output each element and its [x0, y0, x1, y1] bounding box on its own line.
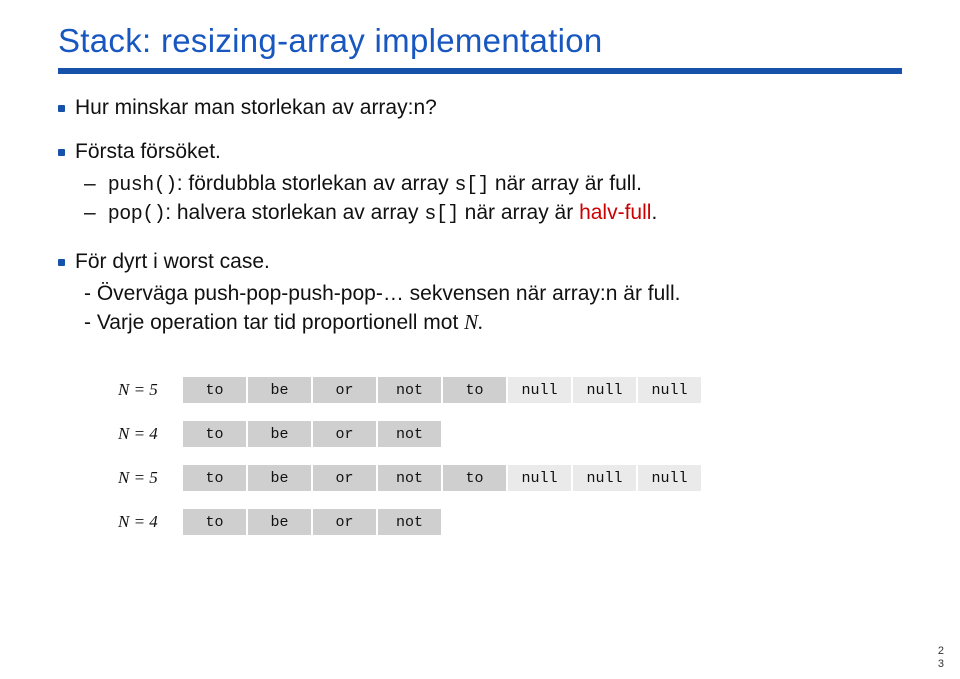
array-cell: be: [248, 377, 311, 403]
bullet-1: Hur minskar man storlekan av array:n?: [58, 96, 902, 120]
array-cell: to: [183, 509, 246, 535]
sub-text: - Varje operation tar tid proportionell …: [84, 310, 483, 335]
page-number-top: 2: [938, 645, 944, 658]
array-cell: or: [313, 421, 376, 447]
text-part: när array är full.: [489, 172, 642, 195]
code-s: s[]: [424, 203, 459, 226]
array-cells: tobeornottonullnullnull: [183, 465, 701, 491]
bullet-dot-icon: [58, 105, 65, 112]
code-push: push(): [108, 174, 177, 197]
array-cell: not: [378, 421, 441, 447]
array-cell: null: [573, 465, 636, 491]
text-emphasis: halv-full: [579, 201, 651, 224]
bullet-2: Första försöket.: [58, 140, 902, 164]
array-cell: to: [183, 421, 246, 447]
slide-title: Stack: resizing-array implementation: [58, 22, 902, 60]
slide-body: Hur minskar man storlekan av array:n? Fö…: [58, 74, 902, 535]
text-part: : fördubbla storlekan av array: [177, 172, 455, 195]
array-cell: null: [573, 377, 636, 403]
array-cell: to: [183, 377, 246, 403]
array-cells: tobeornottonullnullnull: [183, 377, 701, 403]
array-row-label: N = 4: [118, 512, 183, 532]
array-cell: null: [638, 465, 701, 491]
bullet-text: För dyrt i worst case.: [75, 250, 270, 274]
array-cell: be: [248, 465, 311, 491]
array-row: N = 5tobeornottonullnullnull: [118, 465, 902, 491]
array-cell: be: [248, 421, 311, 447]
array-cell: null: [508, 377, 571, 403]
dash-icon: –: [84, 172, 96, 196]
code-s: s[]: [455, 174, 490, 197]
array-row: N = 5tobeornottonullnullnull: [118, 377, 902, 403]
code-pop: pop(): [108, 203, 166, 226]
sub-text: pop(): halvera storlekan av array s[] nä…: [108, 201, 658, 226]
array-cells: tobeornot: [183, 421, 441, 447]
text-part: .: [651, 201, 657, 224]
bullet-dot-icon: [58, 259, 65, 266]
sub-text: push(): fördubbla storlekan av array s[]…: [108, 172, 642, 197]
array-row-label: N = 5: [118, 380, 183, 400]
text-var-n: N.: [464, 310, 483, 334]
sub-bullet-pop: – pop(): halvera storlekan av array s[] …: [84, 201, 902, 226]
text-part: : halvera storlekan av array: [165, 201, 424, 224]
dash-icon: –: [84, 201, 96, 225]
array-row: N = 4tobeornot: [118, 421, 902, 447]
bullet-dot-icon: [58, 149, 65, 156]
sub-bullet-cost: - Varje operation tar tid proportionell …: [84, 310, 902, 335]
slide: Stack: resizing-array implementation Hur…: [0, 0, 960, 679]
sub-bullet-consider: - Överväga push-pop-push-pop-… sekvensen…: [84, 282, 902, 306]
bullet-text: Hur minskar man storlekan av array:n?: [75, 96, 437, 120]
array-row-label: N = 5: [118, 468, 183, 488]
text-part: - Varje operation tar tid proportionell …: [84, 311, 464, 334]
array-cell: null: [638, 377, 701, 403]
array-cells: tobeornot: [183, 509, 441, 535]
page-number-bottom: 3: [938, 658, 944, 671]
sub-text: - Överväga push-pop-push-pop-… sekvensen…: [84, 282, 680, 306]
bullet-3: För dyrt i worst case.: [58, 250, 902, 274]
array-cell: to: [443, 377, 506, 403]
array-cell: be: [248, 509, 311, 535]
array-cell: not: [378, 377, 441, 403]
array-diagram: N = 5tobeornottonullnullnullN = 4tobeorn…: [118, 377, 902, 535]
text-part: när array är: [459, 201, 579, 224]
array-cell: or: [313, 465, 376, 491]
array-cell: not: [378, 509, 441, 535]
array-cell: not: [378, 465, 441, 491]
array-cell: null: [508, 465, 571, 491]
array-cell: or: [313, 377, 376, 403]
array-row-label: N = 4: [118, 424, 183, 444]
page-number: 2 3: [938, 645, 944, 671]
array-row: N = 4tobeornot: [118, 509, 902, 535]
array-cell: to: [183, 465, 246, 491]
array-cell: to: [443, 465, 506, 491]
sub-bullet-push: – push(): fördubbla storlekan av array s…: [84, 172, 902, 197]
array-cell: or: [313, 509, 376, 535]
bullet-text: Första försöket.: [75, 140, 221, 164]
